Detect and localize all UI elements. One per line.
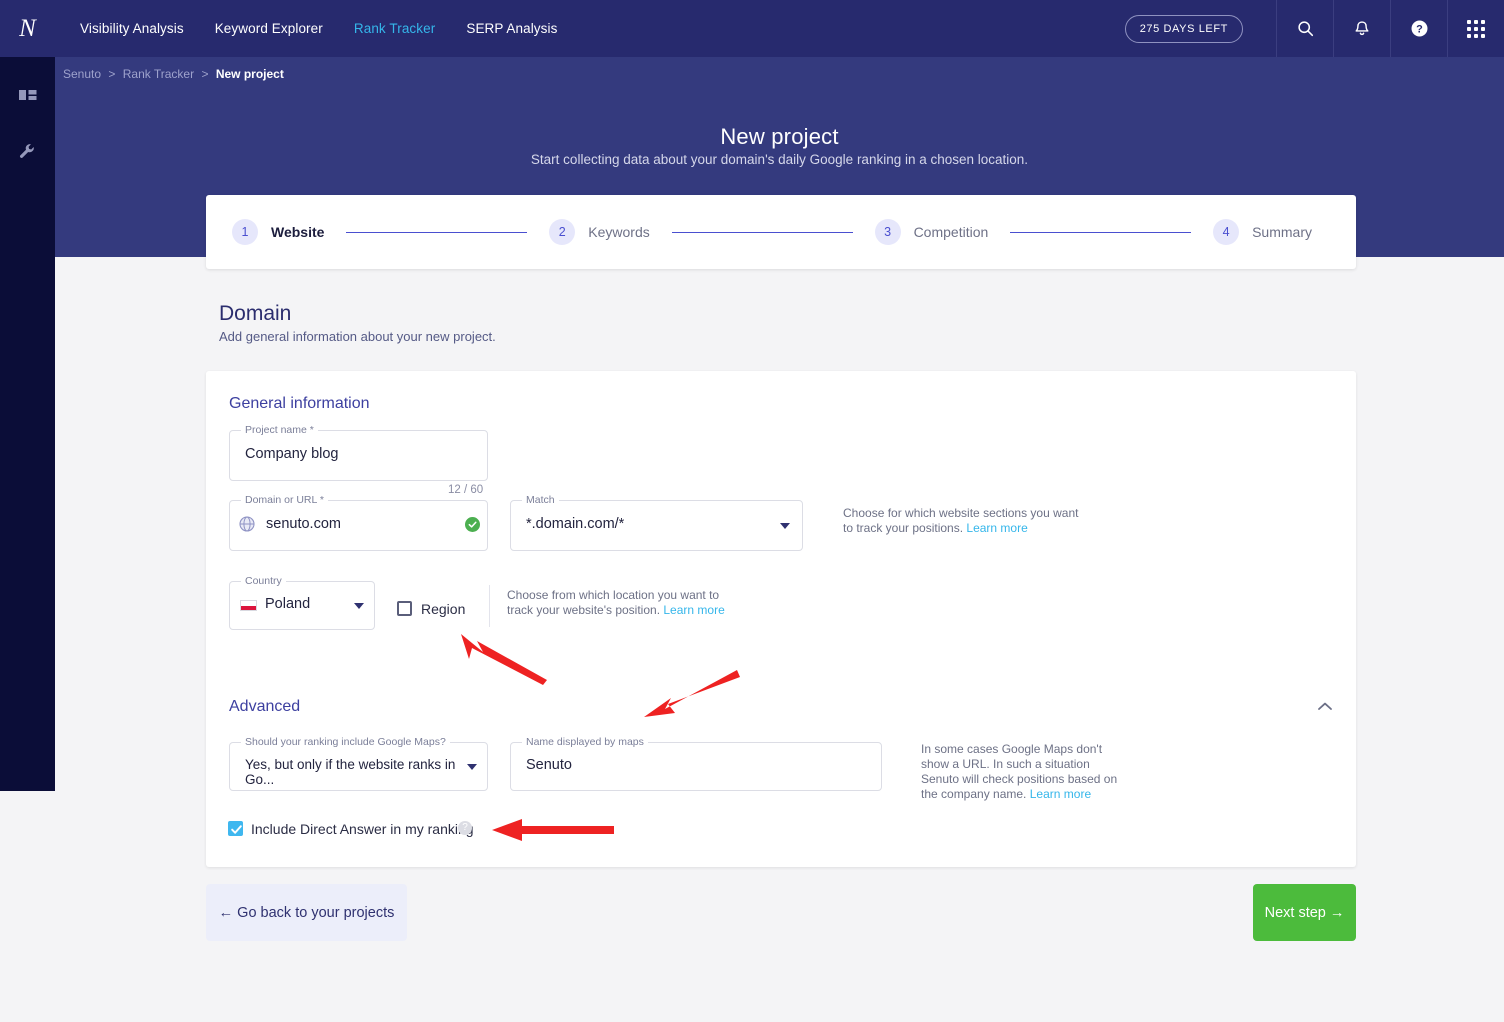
match-select[interactable]: Match *.domain.com/* — [510, 500, 803, 551]
step-connector-3 — [1010, 232, 1191, 233]
project-name-label: Project name * — [241, 424, 318, 436]
country-value: Poland — [265, 596, 310, 612]
country-label: Country — [241, 575, 286, 587]
maps-display-name-value: Senuto — [526, 757, 572, 773]
help-button[interactable]: ? — [1390, 0, 1447, 57]
step-website[interactable]: 1 Website — [232, 219, 324, 245]
project-name-value: Company blog — [245, 446, 339, 462]
page-subtitle: Start collecting data about your domain'… — [55, 152, 1504, 167]
step-label: Keywords — [588, 224, 649, 240]
google-maps-select[interactable]: Should your ranking include Google Maps?… — [229, 742, 488, 791]
location-learn-more-link[interactable]: Learn more — [663, 603, 724, 617]
wizard-stepper: 1 Website 2 Keywords 3 Competition 4 Sum… — [206, 195, 1356, 269]
direct-answer-label: Include Direct Answer in my ranking — [251, 821, 474, 837]
check-icon — [230, 823, 243, 836]
match-helper-text: Choose for which website sections you wa… — [843, 506, 1083, 536]
location-helper-text: Choose from which location you want to t… — [507, 588, 742, 618]
step-label: Summary — [1252, 224, 1312, 240]
step-label: Competition — [914, 224, 989, 240]
top-navigation-bar: N Visibility Analysis Keyword Explorer R… — [0, 0, 1504, 57]
region-checkbox-label: Region — [421, 601, 465, 617]
chevron-up-icon — [1318, 702, 1332, 711]
step-number: 3 — [875, 219, 901, 245]
nav-link-keyword-explorer[interactable]: Keyword Explorer — [215, 21, 323, 36]
nav-link-visibility-analysis[interactable]: Visibility Analysis — [80, 21, 184, 36]
nav-right-group: 275 DAYS LEFT ? — [1125, 0, 1504, 57]
step-number: 2 — [549, 219, 575, 245]
section-subtitle: Add general information about your new p… — [219, 329, 496, 344]
breadcrumb-section[interactable]: Rank Tracker — [123, 67, 194, 81]
help-icon: ? — [1410, 19, 1429, 38]
location-divider — [489, 585, 490, 627]
step-connector-2 — [672, 232, 853, 233]
go-back-button[interactable]: ← Go back to your projects — [206, 884, 407, 941]
maps-learn-more-link[interactable]: Learn more — [1030, 787, 1091, 801]
direct-answer-checkbox[interactable] — [228, 821, 243, 836]
step-number: 4 — [1213, 219, 1239, 245]
globe-icon — [239, 516, 255, 532]
page-title: New project — [55, 124, 1504, 150]
breadcrumb-separator-1: > — [108, 67, 115, 81]
region-checkbox[interactable] — [397, 601, 412, 616]
google-maps-value: Yes, but only if the website ranks in Go… — [245, 757, 487, 787]
check-icon — [468, 520, 477, 529]
domain-url-value: senuto.com — [266, 516, 341, 532]
maps-display-name-field[interactable]: Name displayed by maps Senuto — [510, 742, 882, 791]
section-title: Domain — [219, 302, 291, 326]
project-name-counter: 12 / 60 — [448, 484, 483, 496]
domain-url-field[interactable]: Domain or URL * senuto.com — [229, 500, 488, 551]
breadcrumb-root[interactable]: Senuto — [63, 67, 101, 81]
step-label: Website — [271, 224, 324, 240]
match-value: *.domain.com/* — [526, 516, 624, 532]
step-connector-1 — [346, 232, 527, 233]
logo-glyph-icon: N — [19, 16, 36, 41]
match-learn-more-link[interactable]: Learn more — [966, 521, 1027, 535]
advanced-collapse-toggle[interactable] — [1312, 693, 1338, 719]
nav-link-serp-analysis[interactable]: SERP Analysis — [466, 21, 557, 36]
breadcrumb-current: New project — [216, 67, 284, 81]
domain-url-label: Domain or URL * — [241, 494, 328, 506]
sidebar-item-dashboard[interactable] — [0, 73, 55, 125]
svg-text:?: ? — [1416, 24, 1423, 36]
main-nav-links: Visibility Analysis Keyword Explorer Ran… — [80, 21, 557, 36]
general-information-title: General information — [229, 395, 370, 413]
advanced-title: Advanced — [229, 698, 300, 716]
step-competition[interactable]: 3 Competition — [875, 219, 989, 245]
step-summary[interactable]: 4 Summary — [1213, 219, 1312, 245]
poland-flag-icon — [240, 600, 257, 611]
app-root: N Visibility Analysis Keyword Explorer R… — [0, 0, 1504, 1022]
project-name-field[interactable]: Project name * Company blog — [229, 430, 488, 481]
step-keywords[interactable]: 2 Keywords — [549, 219, 649, 245]
dashboard-icon — [19, 90, 37, 108]
sidebar-item-tools[interactable] — [0, 125, 55, 177]
search-icon — [1297, 20, 1314, 37]
chevron-down-icon — [467, 764, 477, 770]
flag-stripe-red — [241, 606, 256, 611]
search-button[interactable] — [1276, 0, 1333, 57]
step-number: 1 — [232, 219, 258, 245]
chevron-down-icon — [780, 523, 790, 529]
chevron-down-icon — [354, 603, 364, 609]
days-left-badge[interactable]: 275 DAYS LEFT — [1125, 15, 1243, 43]
maps-display-name-label: Name displayed by maps — [522, 736, 648, 748]
direct-answer-help-icon[interactable]: ? — [458, 821, 472, 835]
maps-helper-text: In some cases Google Maps don't show a U… — [921, 742, 1121, 802]
senuto-logo[interactable]: N — [0, 0, 55, 57]
google-maps-label: Should your ranking include Google Maps? — [241, 736, 450, 748]
bell-icon — [1354, 20, 1370, 38]
next-step-button[interactable]: Next step → — [1253, 884, 1356, 941]
nav-link-rank-tracker[interactable]: Rank Tracker — [354, 21, 435, 36]
apps-grid-icon — [1467, 20, 1485, 38]
breadcrumb-separator-2: > — [201, 67, 208, 81]
breadcrumb: Senuto > Rank Tracker > New project — [63, 67, 284, 81]
match-helper-body: Choose for which website sections you wa… — [843, 506, 1078, 535]
match-label: Match — [522, 494, 559, 506]
domain-valid-badge — [465, 517, 480, 532]
tools-icon — [18, 142, 37, 161]
apps-grid-button[interactable] — [1447, 0, 1504, 57]
left-sidebar-rail — [0, 57, 55, 791]
notifications-button[interactable] — [1333, 0, 1390, 57]
